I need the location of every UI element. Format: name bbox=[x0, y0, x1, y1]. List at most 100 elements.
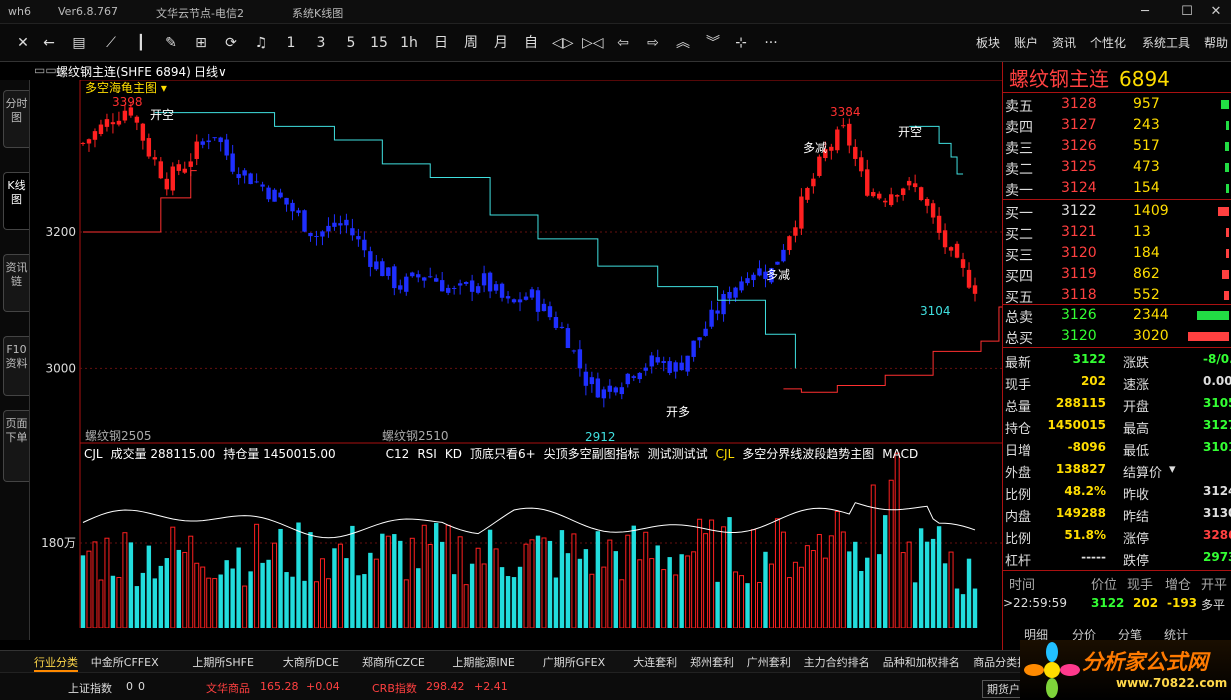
candle-icon[interactable]: ┃ bbox=[132, 33, 150, 53]
panel-icon[interactable]: ⊞ bbox=[192, 33, 210, 53]
tab-timeshare[interactable]: 分时图 bbox=[3, 90, 29, 148]
menu-news[interactable]: 资讯 bbox=[1052, 34, 1076, 51]
category-tab[interactable]: 广期所GFEX bbox=[543, 654, 605, 670]
tab-kline[interactable]: K线图 bbox=[3, 172, 29, 230]
volume-bar bbox=[344, 558, 349, 628]
list-icon[interactable]: ▤ bbox=[70, 33, 88, 53]
bid-depth-bar bbox=[1218, 207, 1229, 216]
candle-body bbox=[86, 139, 92, 144]
volume-bar bbox=[751, 529, 756, 628]
minimize-icon[interactable]: ─ bbox=[1130, 2, 1160, 22]
menu-help[interactable]: 帮助 bbox=[1204, 34, 1228, 51]
menu-personalize[interactable]: 个性化 bbox=[1090, 34, 1126, 51]
quote-code: 6894 bbox=[1119, 67, 1170, 91]
candle-body bbox=[679, 362, 684, 371]
menu-sector[interactable]: 板块 bbox=[976, 34, 1000, 51]
tick-header: 时间 价位 现手 增仓 开平 bbox=[1003, 571, 1231, 593]
stat-value-2: 2973 bbox=[1203, 550, 1231, 564]
category-tab[interactable]: 上期所SHFE bbox=[192, 654, 254, 670]
volume-bar bbox=[284, 572, 289, 628]
tick-col-oi: 增仓 bbox=[1165, 578, 1192, 593]
tick-type: 多平 bbox=[1201, 598, 1226, 612]
ind-tab-macd[interactable]: MACD bbox=[882, 447, 918, 461]
candle-body bbox=[356, 236, 361, 240]
ind-tab-cjl[interactable]: CJL bbox=[716, 447, 735, 461]
period-1[interactable]: 1 bbox=[282, 33, 300, 53]
futures-account-button[interactable]: 期货户 bbox=[982, 680, 1025, 698]
volume-bar bbox=[589, 573, 595, 628]
shrink-icon[interactable]: ▷◁ bbox=[582, 33, 604, 53]
category-tab[interactable]: 行业分类 bbox=[34, 654, 78, 672]
tab-order[interactable]: 页面下单 bbox=[3, 410, 29, 482]
volume-bar bbox=[655, 545, 660, 628]
period-month[interactable]: 月 bbox=[492, 33, 510, 53]
category-tab[interactable]: 郑商所CZCE bbox=[362, 654, 425, 670]
volume-bar bbox=[865, 557, 870, 628]
total-price: 3126 bbox=[1061, 307, 1097, 323]
back-icon[interactable]: ← bbox=[40, 33, 58, 53]
tab-news-chain[interactable]: 资讯链 bbox=[3, 254, 29, 312]
draw-icon[interactable]: ✎ bbox=[162, 33, 180, 53]
link-icon[interactable]: ▭▭ bbox=[34, 63, 57, 77]
chart-type-label: 系统K线图 bbox=[292, 7, 344, 20]
indicator-name[interactable]: CJL bbox=[84, 447, 103, 461]
ask-depth-bar bbox=[1226, 121, 1229, 130]
category-tab[interactable]: 品种和加权排名 bbox=[883, 654, 960, 670]
bell-icon[interactable]: ♫ bbox=[252, 33, 270, 53]
stat-value: 202 bbox=[1080, 374, 1106, 388]
tab-f10[interactable]: F10资料 bbox=[3, 336, 29, 396]
category-tab[interactable]: 中金所CFFEX bbox=[91, 654, 159, 670]
candle-body bbox=[224, 139, 229, 156]
kline-chart[interactable]: 3200 3000 180万 多空海龟主图 ▾3398 开空 3384 多减 开空多减开多 2… bbox=[30, 80, 1002, 628]
expand-icon[interactable]: ◁▷ bbox=[552, 33, 574, 53]
volume-bar bbox=[792, 561, 798, 628]
period-week[interactable]: 周 bbox=[462, 33, 480, 53]
candle-body bbox=[110, 122, 116, 125]
period-1h[interactable]: 1h bbox=[400, 33, 418, 53]
category-tab[interactable]: 广州套利 bbox=[747, 654, 791, 670]
ind-tab-topbottom[interactable]: 顶底只看6+ bbox=[470, 447, 536, 461]
period-5[interactable]: 5 bbox=[342, 33, 360, 53]
volume-bar bbox=[445, 524, 451, 628]
period-custom[interactable]: 自 bbox=[522, 33, 540, 53]
volume-bar bbox=[493, 548, 499, 628]
volume-bar bbox=[122, 532, 128, 628]
period-3[interactable]: 3 bbox=[312, 33, 330, 53]
close-icon[interactable]: ✕ bbox=[14, 33, 32, 53]
category-tab[interactable]: 上期能源INE bbox=[452, 654, 514, 670]
period-day[interactable]: 日 bbox=[432, 33, 450, 53]
crosshair-icon[interactable]: ⊹ bbox=[732, 33, 750, 53]
ind-tab-peak[interactable]: 尖顶多空副图指标 bbox=[544, 447, 640, 461]
line-chart-icon[interactable]: ⟋ bbox=[102, 33, 120, 53]
more-icon[interactable]: ··· bbox=[762, 33, 780, 53]
volume-bar bbox=[840, 531, 846, 628]
high-label: 3384 bbox=[830, 105, 861, 119]
volume-bar bbox=[457, 536, 463, 628]
arrow-left-icon[interactable]: ⇦ bbox=[614, 33, 632, 53]
refresh-icon[interactable]: ⟳ bbox=[222, 33, 240, 53]
volume-bar bbox=[667, 557, 672, 628]
stat-value: 48.2% bbox=[1064, 484, 1106, 498]
arrow-up-icon[interactable]: ︽ bbox=[674, 33, 692, 53]
ind-tab-c12[interactable]: C12 bbox=[386, 447, 410, 461]
bid-depth-bar bbox=[1226, 249, 1229, 258]
maximize-icon[interactable]: ☐ bbox=[1172, 2, 1202, 22]
short-stop-line-1 bbox=[154, 112, 796, 369]
ind-tab-rsi[interactable]: RSI bbox=[417, 447, 437, 461]
divider bbox=[1003, 92, 1231, 93]
menu-system-tools[interactable]: 系统工具 bbox=[1142, 34, 1190, 51]
menu-account[interactable]: 账户 bbox=[1014, 34, 1038, 51]
arrow-right-icon[interactable]: ⇨ bbox=[644, 33, 662, 53]
ind-tab-trend[interactable]: 多空分界线波段趋势主图 bbox=[742, 447, 874, 461]
category-tab[interactable]: 郑州套利 bbox=[690, 654, 734, 670]
category-tab[interactable]: 大连套利 bbox=[633, 654, 677, 670]
close-icon[interactable]: ✕ bbox=[1201, 2, 1231, 22]
category-tab[interactable]: 主力合约排名 bbox=[804, 654, 870, 670]
period-15[interactable]: 15 bbox=[370, 33, 388, 53]
category-tab[interactable]: 大商所DCE bbox=[283, 654, 339, 670]
ind-tab-kd[interactable]: KD bbox=[445, 447, 462, 461]
arrow-down-icon[interactable]: ︾ bbox=[704, 33, 722, 53]
ind-tab-test[interactable]: 测试测试试 bbox=[648, 447, 708, 461]
period-selector[interactable]: 日线∨ bbox=[194, 63, 227, 80]
instrument-label[interactable]: 螺纹钢主连(SHFE 6894) bbox=[56, 63, 191, 80]
